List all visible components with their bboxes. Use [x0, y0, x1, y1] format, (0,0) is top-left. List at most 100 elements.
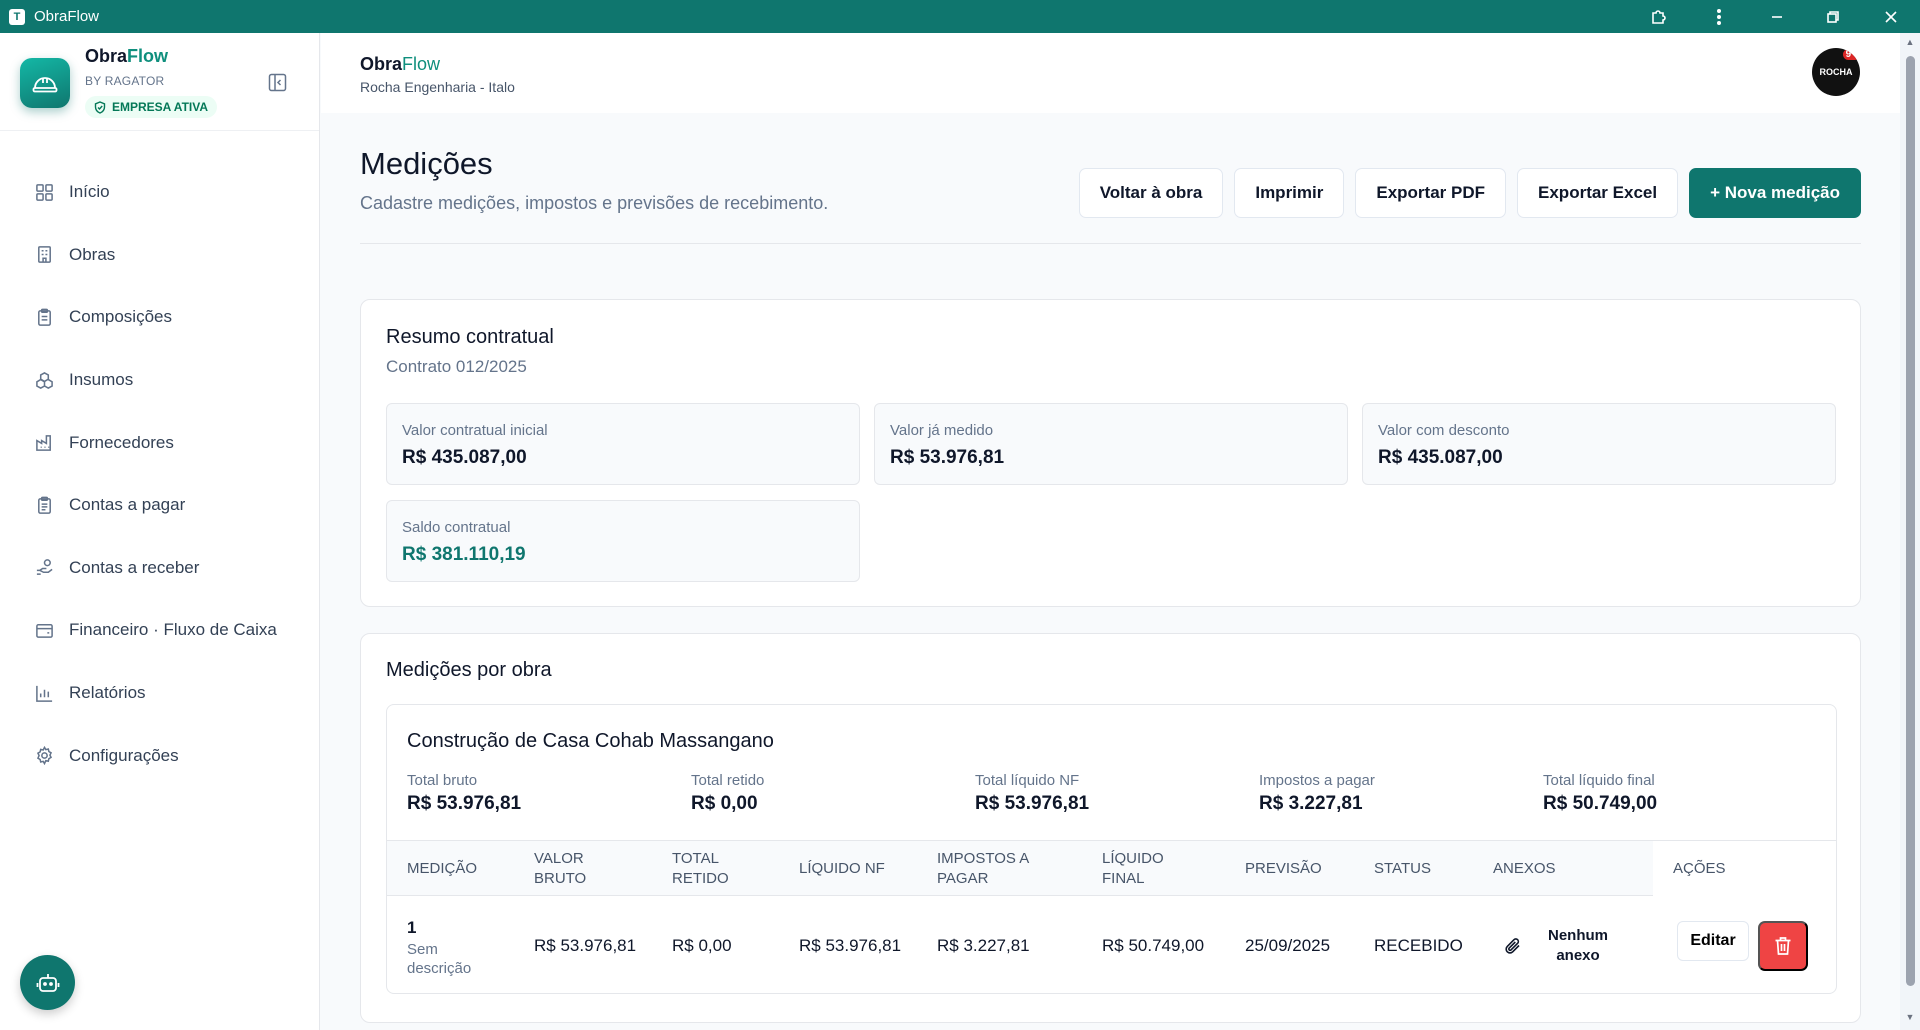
brand-byline: BY RAGATOR	[85, 74, 165, 88]
sidebar-item-configuracoes[interactable]: Configurações	[0, 724, 320, 787]
header-app-title: ObraFlow	[360, 54, 441, 74]
no-attachment-text: Nenhum anexo	[1548, 927, 1608, 964]
window-titlebar: T ObraFlow	[0, 0, 1920, 33]
hand-coins-icon	[36, 559, 53, 576]
wallet-icon	[36, 623, 53, 638]
more-options-icon[interactable]	[1689, 0, 1749, 33]
measurements-section-title: Medições por obra	[386, 659, 552, 681]
work-name: Construção de Casa Cohab Massangano	[407, 730, 774, 752]
window-close-icon[interactable]	[1862, 0, 1920, 33]
total-retained: Total retido R$ 0,00	[691, 772, 765, 814]
column-header: ANEXOS	[1493, 860, 1556, 877]
avatar-text: ROCHA	[1819, 67, 1853, 77]
company-active-badge: EMPRESA ATIVA	[85, 96, 218, 118]
grid-icon	[36, 183, 53, 201]
print-button[interactable]: Imprimir	[1234, 168, 1345, 218]
taxes-payable: Impostos a pagar R$ 3.227,81	[1259, 772, 1375, 814]
scroll-down-icon[interactable]: ▼	[1904, 1012, 1916, 1022]
cell-status: RECEBIDO	[1374, 936, 1463, 955]
export-excel-button[interactable]: Exportar Excel	[1517, 168, 1679, 218]
shield-check-icon	[94, 100, 106, 114]
sidebar-item-label: Início	[69, 182, 110, 202]
sidebar-item-label: Fornecedores	[69, 432, 174, 452]
notification-badge: 9+	[1842, 49, 1860, 60]
top-header: ObraFlow Rocha Engenharia - Italo ROCHA …	[321, 33, 1900, 113]
scrollbar-thumb[interactable]	[1906, 56, 1915, 986]
sidebar-item-financeiro[interactable]: Financeiro · Fluxo de Caixa	[0, 599, 320, 662]
stat-initial-value: Valor contratual inicial R$ 435.087,00	[386, 403, 860, 485]
sidebar-item-label: Contas a pagar	[69, 495, 186, 515]
brand-name: ObraFlow	[85, 46, 169, 66]
total-gross: Total bruto R$ 53.976,81	[407, 772, 522, 814]
sidebar-item-insumos[interactable]: Insumos	[0, 349, 320, 412]
column-header: VALOR BRUTO	[534, 850, 587, 887]
building-icon	[38, 246, 51, 264]
sidebar-item-label: Obras	[69, 244, 116, 264]
sidebar-collapse-icon[interactable]	[268, 73, 288, 93]
column-header: STATUS	[1374, 860, 1431, 877]
column-header: LÍQUIDO NF	[799, 860, 885, 877]
export-pdf-button[interactable]: Exportar PDF	[1355, 168, 1507, 218]
work-measurements-panel: Construção de Casa Cohab Massangano Tota…	[386, 704, 1837, 994]
sidebar-item-contas-a-pagar[interactable]: Contas a pagar	[0, 474, 320, 537]
sidebar-item-contas-a-receber[interactable]: Contas a receber	[0, 537, 320, 600]
brand-block: ObraFlow BY RAGATOR EMPRESA ATIVA	[0, 33, 319, 131]
sidebar-item-label: Contas a receber	[69, 557, 200, 577]
sidebar-item-label: Composições	[69, 307, 172, 327]
window-title: ObraFlow	[34, 8, 100, 25]
table-header: MEDIÇÃO VALOR BRUTO TOTAL RETIDO LÍQUIDO…	[387, 840, 1836, 897]
scroll-up-icon[interactable]: ▲	[1904, 37, 1916, 47]
extensions-icon[interactable]	[1629, 0, 1689, 33]
cell-forecast: 25/09/2025	[1245, 936, 1331, 955]
header-company-name: Rocha Engenharia - Italo	[360, 79, 515, 95]
assistant-bot-button[interactable]	[20, 955, 75, 1010]
window-minimize-icon[interactable]	[1749, 0, 1804, 33]
column-header: TOTAL RETIDO	[672, 850, 729, 887]
stat-contract-balance: Saldo contratual R$ 381.110,19	[386, 500, 860, 582]
new-measurement-button[interactable]: + Nova medição	[1689, 168, 1861, 218]
back-to-work-button[interactable]: Voltar à obra	[1078, 168, 1224, 218]
column-header: LÍQUIDO FINAL	[1102, 850, 1164, 887]
sidebar-nav: Início Obras Composições Insumos Fornece…	[0, 161, 320, 787]
sidebar-item-label: Relatórios	[69, 683, 146, 703]
column-header: PREVISÃO	[1245, 860, 1322, 877]
sidebar-item-obras[interactable]: Obras	[0, 224, 320, 287]
cell-net-final: R$ 50.749,00	[1102, 936, 1205, 955]
page-actions: Voltar à obra Imprimir Exportar PDF Expo…	[1078, 168, 1861, 218]
cell-gross: R$ 53.976,81	[534, 936, 637, 955]
paperclip-icon[interactable]	[1504, 896, 1522, 993]
edit-button[interactable]: Editar	[1677, 921, 1749, 961]
total-net-nf: Total líquido NF R$ 53.976,81	[975, 772, 1090, 814]
sidebar: ObraFlow BY RAGATOR EMPRESA ATIVA Início…	[0, 33, 320, 1030]
sidebar-item-composicoes[interactable]: Composições	[0, 286, 320, 349]
factory-icon	[36, 435, 51, 452]
app-icon: T	[9, 8, 25, 25]
contract-summary-card: Resumo contratual Contrato 012/2025 Valo…	[360, 299, 1861, 607]
summary-title: Resumo contratual	[386, 326, 554, 348]
column-header: AÇÕES	[1673, 860, 1726, 877]
sidebar-item-label: Insumos	[69, 370, 134, 390]
sidebar-item-inicio[interactable]: Início	[0, 161, 320, 224]
cell-taxes: R$ 3.227,81	[937, 936, 1030, 955]
sidebar-item-fornecedores[interactable]: Fornecedores	[0, 411, 320, 474]
column-header: IMPOSTOS A PAGAR	[937, 850, 1029, 887]
table-row: 1 Sem descrição R$ 53.976,81 R$ 0,00 R$ …	[387, 896, 1836, 993]
contract-number: Contrato 012/2025	[386, 357, 527, 376]
sidebar-item-label: Configurações	[69, 745, 179, 765]
boxes-icon	[36, 371, 53, 389]
sidebar-item-label: Financeiro · Fluxo de Caixa	[69, 620, 277, 640]
sidebar-item-relatorios[interactable]: Relatórios	[0, 662, 320, 725]
window-restore-icon[interactable]	[1804, 0, 1862, 33]
column-header: MEDIÇÃO	[407, 860, 478, 877]
measurements-by-work-card: Medições por obra Construção de Casa Coh…	[360, 633, 1861, 1023]
avatar[interactable]: ROCHA 9+	[1812, 48, 1860, 96]
delete-button[interactable]	[1758, 921, 1808, 971]
header-divider	[360, 243, 1861, 244]
page-title: Medições	[360, 146, 493, 181]
gear-icon	[36, 746, 53, 766]
measurement-cell: 1 Sem descrição	[407, 918, 472, 977]
page-subtitle: Cadastre medições, impostos e previsões …	[360, 193, 829, 213]
stat-measured-value: Valor já medido R$ 53.976,81	[874, 403, 1348, 485]
robot-icon	[36, 973, 59, 992]
cell-net-nf: R$ 53.976,81	[799, 936, 902, 955]
